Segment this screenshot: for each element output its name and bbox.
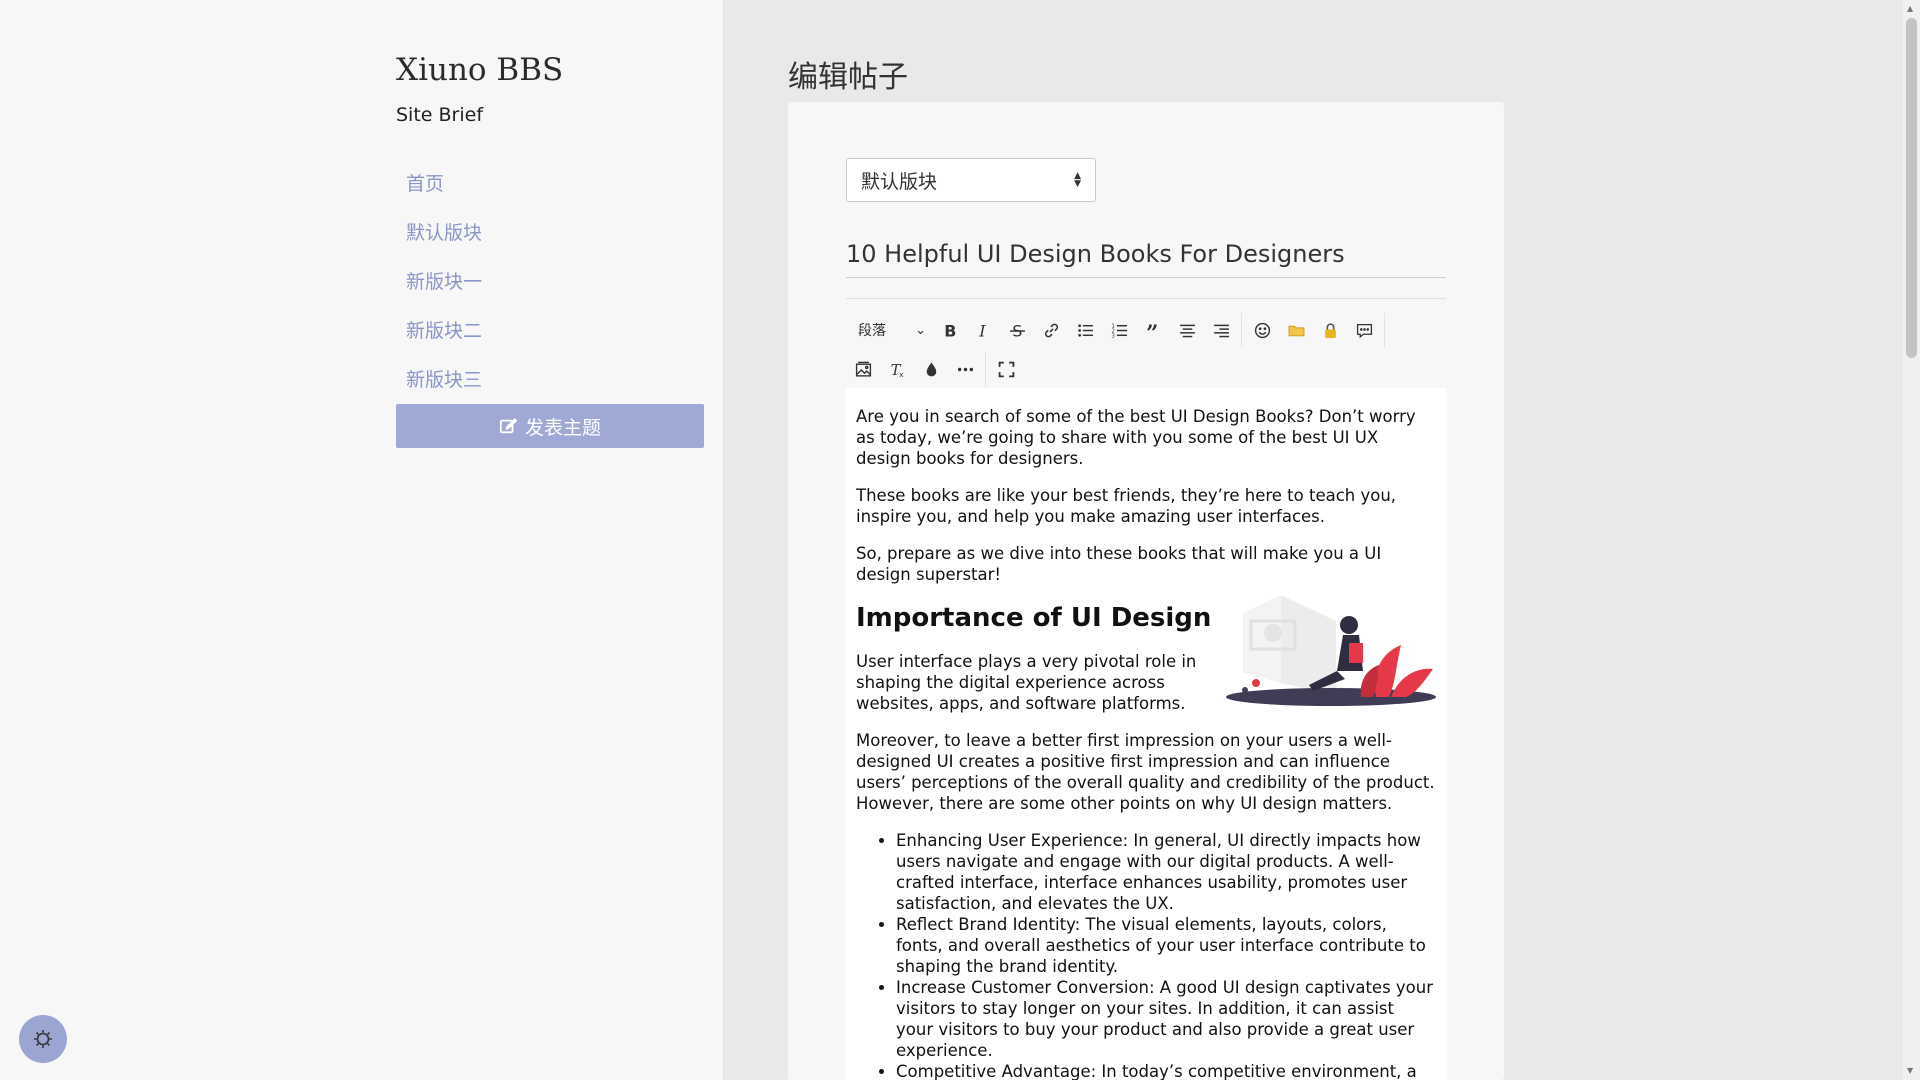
toolbar-separator <box>985 352 986 386</box>
list-item: Competitive Advantage: In today’s compet… <box>896 1061 1436 1080</box>
comment-button[interactable] <box>1347 313 1381 347</box>
bullet-list-icon <box>1077 323 1093 337</box>
sidebar-item-new-forum-2[interactable]: 新版块二 <box>396 307 704 356</box>
new-topic-label: 发表主题 <box>524 416 601 439</box>
italic-icon: I <box>978 322 986 339</box>
list-item: Reflect Brand Identity: The visual eleme… <box>896 914 1436 977</box>
page-title: 编辑帖子 <box>788 60 908 95</box>
align-right-icon <box>1213 324 1229 337</box>
bold-icon: B <box>944 322 956 339</box>
emoji-icon <box>1254 322 1270 338</box>
svg-text:x: x <box>899 369 904 377</box>
post-content-editor[interactable]: Are you in search of some of the best UI… <box>846 388 1446 1080</box>
bullet-list-button[interactable] <box>1068 313 1102 347</box>
sun-icon <box>34 1030 52 1048</box>
blockquote-button[interactable]: ” <box>1136 313 1170 347</box>
list-item: Increase Customer Conversion: A good UI … <box>896 977 1436 1061</box>
svg-text:3: 3 <box>1111 333 1114 338</box>
sidebar-nav: 首页 默认版块 新版块一 新版块二 新版块三 <box>396 160 704 405</box>
bold-button[interactable]: B <box>932 313 966 347</box>
toolbar-separator <box>1241 313 1242 347</box>
image-button[interactable] <box>846 352 880 386</box>
sidebar-item-default-forum[interactable]: 默认版块 <box>396 209 704 258</box>
fullscreen-button[interactable] <box>989 352 1023 386</box>
numbered-list-button[interactable]: 123 <box>1102 313 1136 347</box>
content-paragraph: Moreover, to leave a better first impres… <box>856 731 1435 813</box>
clear-format-icon: Tx <box>890 361 904 378</box>
lock-icon <box>1324 322 1336 338</box>
content-paragraph: These books are like your best friends, … <box>856 486 1397 526</box>
svg-text:”: ” <box>1146 322 1158 339</box>
chevron-down-icon: ⌄ <box>915 322 926 338</box>
scroll-down-icon[interactable]: ▼ <box>1907 1066 1913 1075</box>
more-icon <box>957 367 973 371</box>
edit-post-card: 默认版块 ▲▼ 段落 ⌄ B I S 123 <box>788 102 1504 1080</box>
forum-select[interactable]: 默认版块 ▲ ▼ <box>846 158 1096 202</box>
new-topic-button[interactable]: 发表主题 <box>396 404 704 448</box>
site-name[interactable]: Xiuno BBS <box>396 52 563 88</box>
forum-select-value: 默认版块 <box>861 170 938 193</box>
svg-text:I: I <box>978 322 986 339</box>
edit-icon <box>499 417 517 434</box>
svg-text:B: B <box>944 322 956 339</box>
numbered-list-icon: 123 <box>1111 323 1127 339</box>
theme-toggle-button[interactable] <box>19 1015 67 1063</box>
blockquote-icon: ” <box>1146 322 1158 339</box>
sidebar-item-home[interactable]: 首页 <box>396 160 704 209</box>
sidebar-item-new-forum-1[interactable]: 新版块一 <box>396 258 704 307</box>
clear-format-button[interactable]: Tx <box>880 352 914 386</box>
lock-button[interactable] <box>1313 313 1347 347</box>
emoji-button[interactable] <box>1245 313 1279 347</box>
site-brief: Site Brief <box>396 104 484 126</box>
toolbar-separator <box>1384 313 1385 347</box>
align-right-button[interactable] <box>1204 313 1238 347</box>
comment-icon <box>1356 323 1372 338</box>
sidebar-item-new-forum-3[interactable]: 新版块三 <box>396 356 704 405</box>
content-list: Enhancing User Experience: In general, U… <box>856 830 1436 1080</box>
folder-button[interactable] <box>1279 313 1313 347</box>
illustration-image <box>1226 595 1436 706</box>
text-color-button[interactable] <box>914 352 948 386</box>
toolbar-row-2: Tx <box>846 352 1023 386</box>
sidebar: Xiuno BBS Site Brief 首页 默认版块 新版块一 新版块二 新… <box>0 0 724 1080</box>
content-paragraph: Are you in search of some of the best UI… <box>856 407 1416 468</box>
scroll-up-icon[interactable]: ▲ <box>1907 4 1913 13</box>
link-icon <box>1044 323 1058 337</box>
post-title-input[interactable] <box>846 230 1446 278</box>
select-arrows-icon: ▲ ▼ <box>1074 171 1081 189</box>
strikethrough-icon: S <box>1009 322 1025 339</box>
editor-toolbar: 段落 ⌄ B I S 123 ” <box>846 298 1446 388</box>
paragraph-format-select[interactable]: 段落 ⌄ <box>846 314 932 346</box>
toolbar-row-1: 段落 ⌄ B I S 123 ” <box>846 313 1388 347</box>
link-button[interactable] <box>1034 313 1068 347</box>
paragraph-format-value: 段落 <box>858 323 886 339</box>
italic-button[interactable]: I <box>966 313 1000 347</box>
folder-icon <box>1288 325 1304 336</box>
more-button[interactable] <box>948 352 982 386</box>
color-drop-icon <box>926 362 936 376</box>
scrollbar-thumb[interactable] <box>1906 18 1917 358</box>
list-item: Enhancing User Experience: In general, U… <box>896 830 1436 914</box>
align-center-button[interactable] <box>1170 313 1204 347</box>
strikethrough-button[interactable]: S <box>1000 313 1034 347</box>
page-scrollbar[interactable]: ▲ ▼ <box>1903 0 1920 1080</box>
image-icon <box>855 361 871 377</box>
fullscreen-icon <box>998 361 1014 377</box>
align-center-icon <box>1179 324 1195 337</box>
